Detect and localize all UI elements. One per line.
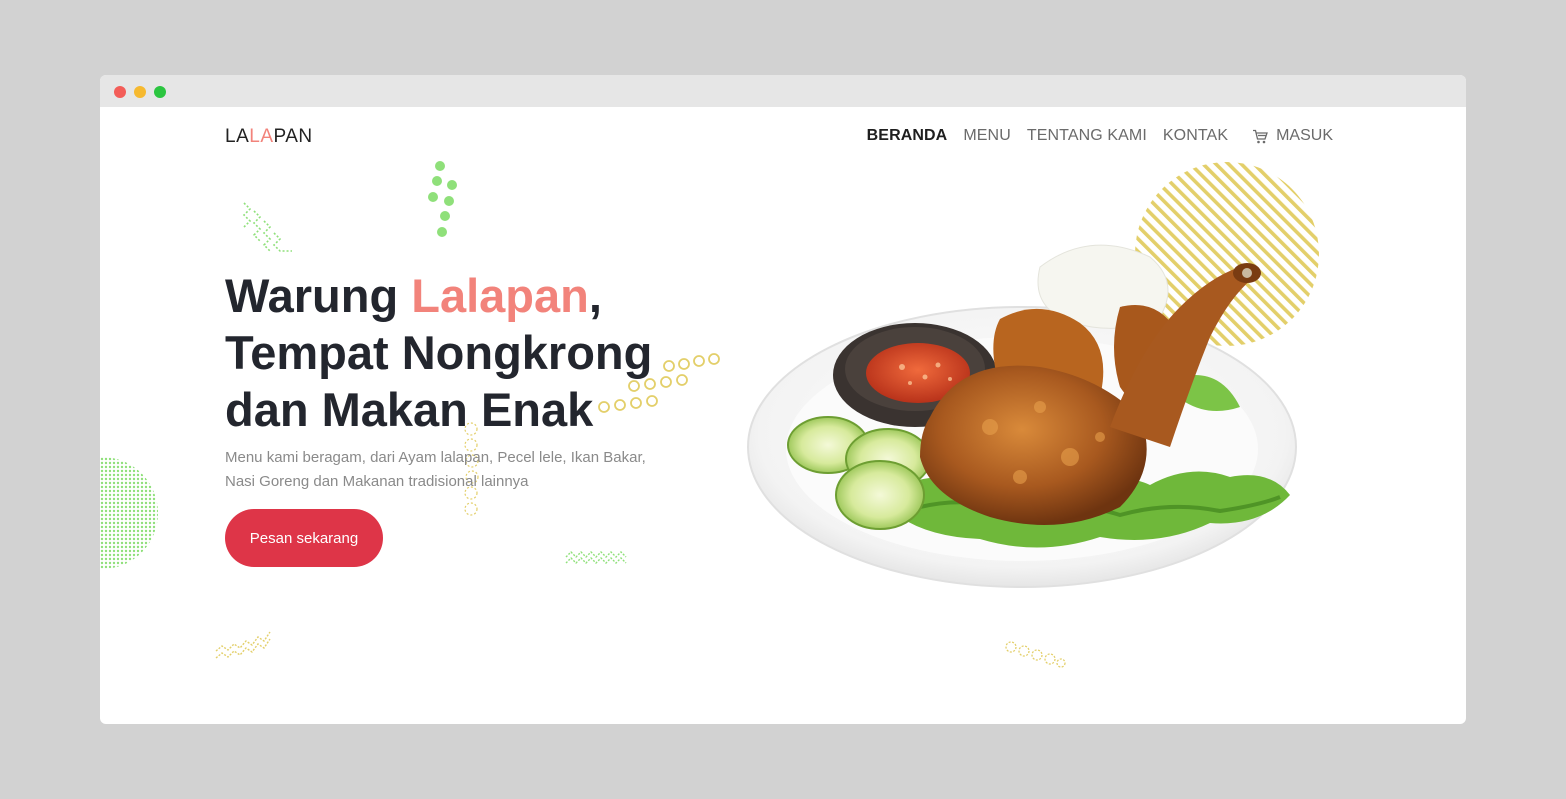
decor-yellow-small-rings-icon bbox=[1005, 641, 1066, 668]
hero-title-line3: dan Makan Enak bbox=[225, 383, 594, 436]
nav-item-kontak[interactable]: KONTAK bbox=[1163, 127, 1228, 145]
decor-green-halftone-circle-icon bbox=[100, 457, 158, 569]
nav-item-beranda[interactable]: BERANDA bbox=[867, 127, 948, 145]
decor-green-dots-icon bbox=[428, 161, 457, 237]
browser-window: LALAPAN BERANDA MENU TENTANG KAMI KONTAK… bbox=[100, 75, 1466, 724]
login-label: MASUK bbox=[1276, 127, 1333, 144]
nav-item-tentang-kami[interactable]: TENTANG KAMI bbox=[1027, 127, 1147, 145]
decor-yellow-squiggle-icon bbox=[215, 631, 271, 659]
cart-icon bbox=[1253, 129, 1268, 143]
hero-title: Warung Lalapan, Tempat Nongkrong dan Mak… bbox=[225, 267, 745, 438]
brand-logo[interactable]: LALAPAN bbox=[225, 126, 313, 148]
nav-item-menu[interactable]: MENU bbox=[963, 127, 1011, 145]
login-link[interactable]: MASUK bbox=[1252, 127, 1333, 145]
hero-title-part1: Warung bbox=[225, 269, 412, 322]
decor-green-zigzag-icon bbox=[242, 202, 292, 252]
hero-description: Menu kami beragam, dari Ayam lalapan, Pe… bbox=[225, 449, 646, 490]
minimize-window-button[interactable] bbox=[134, 86, 146, 98]
brand-logo-accent: LA bbox=[249, 126, 274, 147]
hero-title-line2: Tempat Nongkrong bbox=[225, 326, 653, 379]
brand-logo-part1: LA bbox=[225, 126, 250, 147]
maximize-window-button[interactable] bbox=[154, 86, 166, 98]
main-nav: BERANDA MENU TENTANG KAMI KONTAK MASUK bbox=[867, 127, 1333, 145]
window-titlebar bbox=[100, 75, 1466, 107]
order-now-button[interactable]: Pesan sekarang bbox=[225, 509, 383, 567]
hero-title-highlight: Lalapan bbox=[411, 269, 589, 322]
food-plate-image bbox=[747, 244, 1297, 588]
hero-title-comma: , bbox=[588, 269, 602, 322]
brand-logo-part3: PAN bbox=[273, 126, 313, 147]
landing-page: LALAPAN BERANDA MENU TENTANG KAMI KONTAK… bbox=[100, 107, 1466, 724]
close-window-button[interactable] bbox=[114, 86, 126, 98]
decor-green-wave-icon bbox=[565, 551, 627, 564]
